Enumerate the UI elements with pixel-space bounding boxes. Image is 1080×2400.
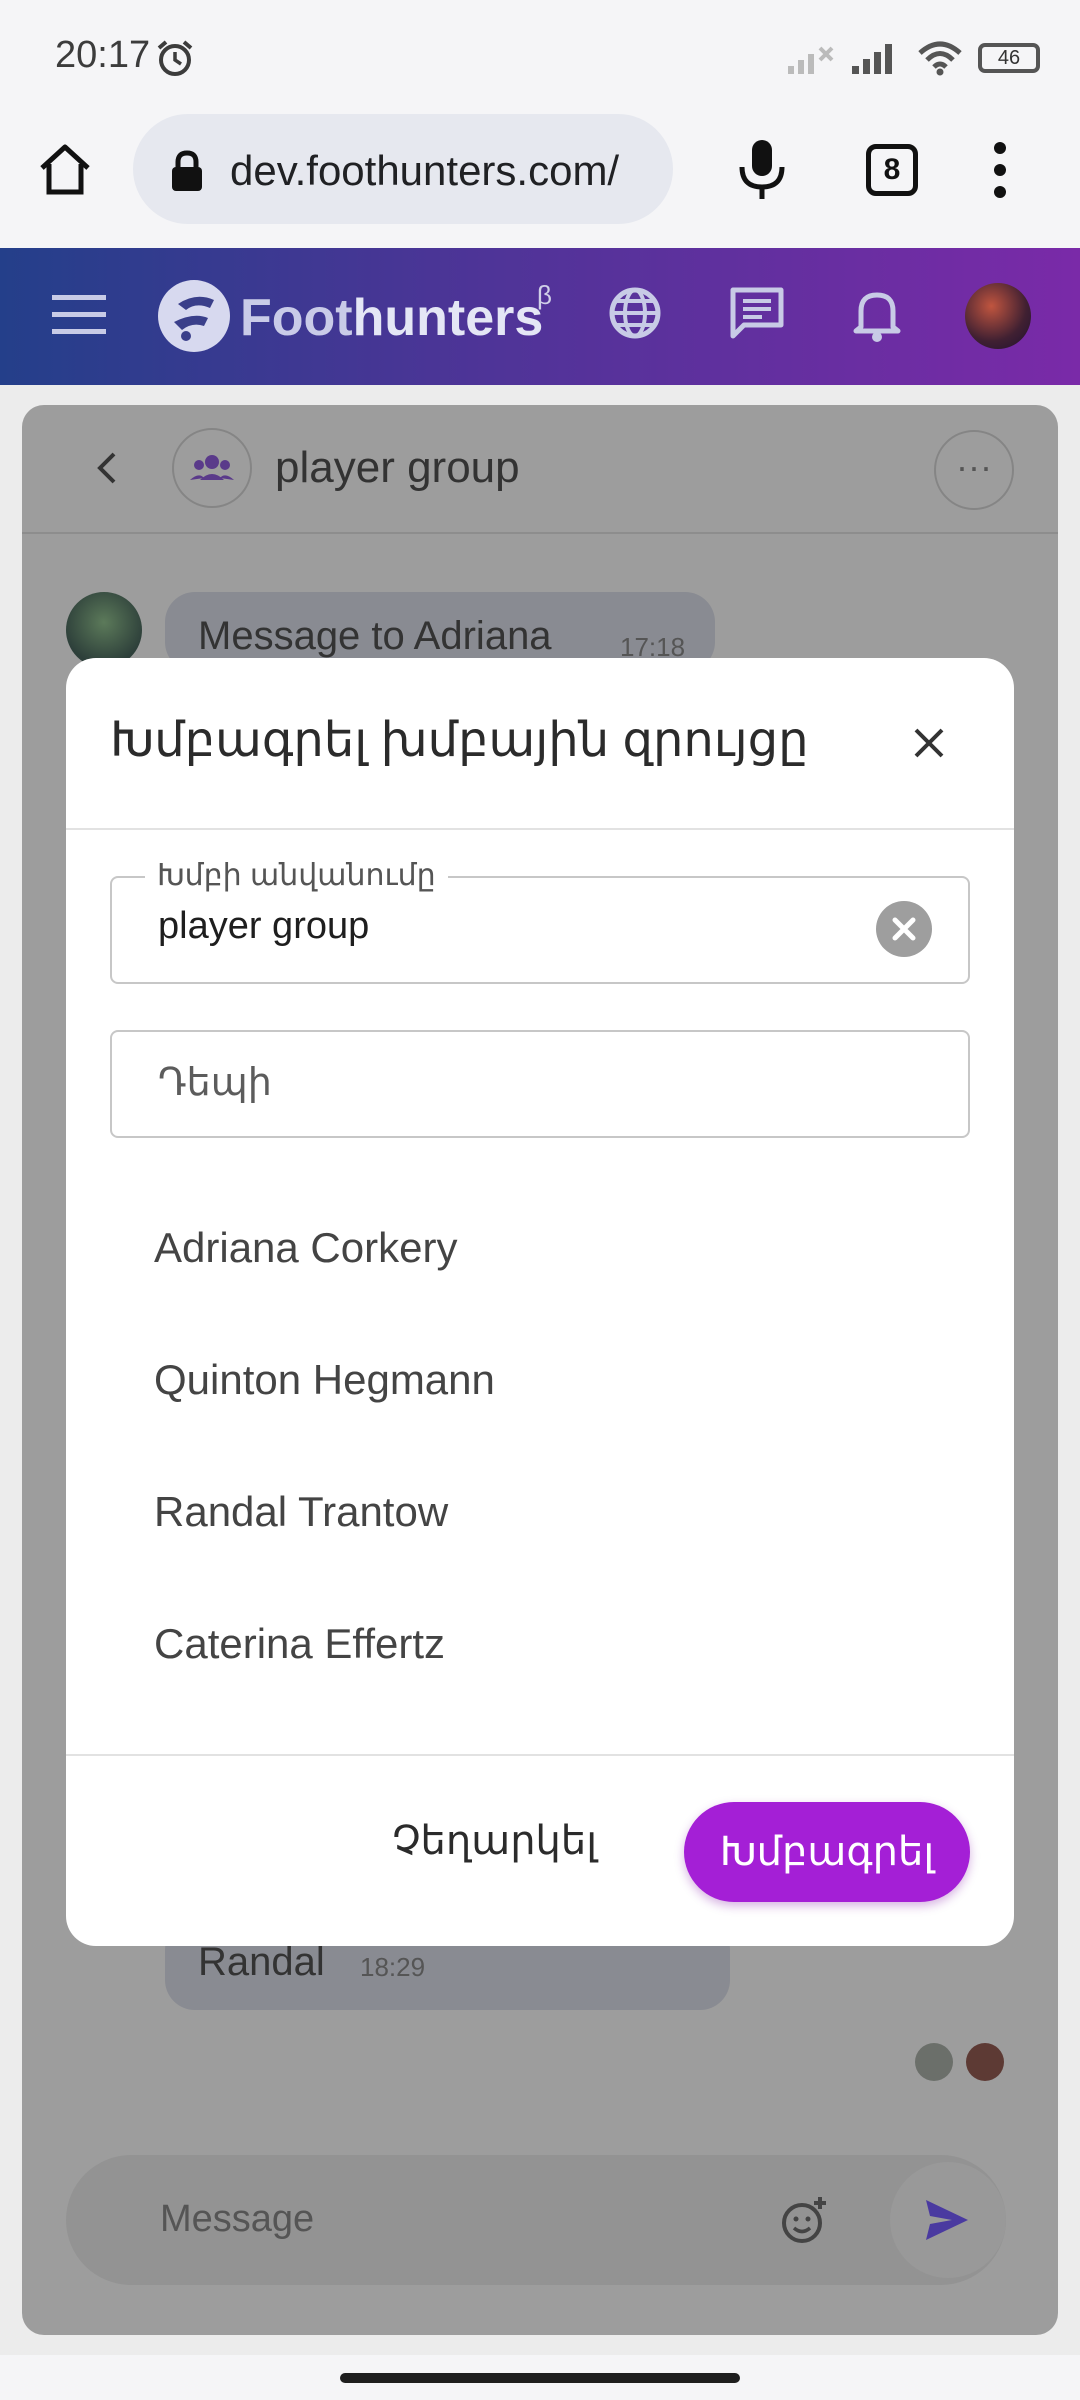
alarm-icon — [157, 40, 193, 76]
member-list-item[interactable]: Quinton Hegmann — [154, 1356, 495, 1404]
no-signal-icon — [788, 46, 834, 74]
member-list-item[interactable]: Adriana Corkery — [154, 1224, 457, 1272]
member-list-item[interactable]: Randal Trantow — [154, 1488, 448, 1536]
chat-icon[interactable] — [728, 285, 786, 341]
brand-rest: hunters — [352, 289, 544, 347]
url-text[interactable]: dev.foothunters.com/ — [230, 147, 619, 195]
member-list-item[interactable]: Caterina Effertz — [154, 1620, 445, 1668]
wifi-icon — [918, 41, 962, 76]
signal-icon — [852, 44, 892, 74]
notifications-bell-icon[interactable] — [850, 285, 904, 343]
home-gesture-handle[interactable] — [340, 2373, 740, 2383]
clear-icon[interactable] — [876, 901, 932, 957]
globe-icon[interactable] — [607, 285, 663, 341]
tab-switcher-button[interactable]: 8 — [866, 144, 918, 196]
home-icon[interactable] — [36, 140, 94, 198]
status-icons: 46 — [786, 38, 1040, 78]
cancel-button[interactable]: Չեղարկել — [392, 1818, 597, 1864]
close-icon[interactable] — [908, 722, 950, 764]
status-time: 20:17 — [55, 34, 151, 76]
battery-level: 46 — [997, 47, 1021, 69]
browser-menu-icon[interactable] — [990, 140, 1010, 200]
group-name-input[interactable]: player group — [158, 905, 369, 948]
menu-icon[interactable] — [52, 293, 106, 337]
clear-input-button[interactable] — [876, 901, 932, 957]
dialog-footer-divider — [66, 1754, 1014, 1756]
save-button[interactable]: Խմբագրել — [684, 1802, 970, 1902]
group-name-label: Խմբի անվանումը — [145, 858, 448, 893]
recipients-input-placeholder[interactable]: Դեպի — [158, 1060, 272, 1105]
brand-name[interactable]: Foothunters — [240, 288, 543, 348]
dialog-title: Խմբագրել խմբային զրույցը — [110, 714, 809, 767]
brand-bold: Foot — [240, 289, 353, 347]
mic-icon[interactable] — [733, 137, 791, 203]
battery-icon: 46 — [978, 43, 1040, 73]
beta-badge: β — [537, 280, 552, 310]
edit-group-dialog — [66, 658, 1014, 1946]
user-avatar[interactable] — [965, 283, 1031, 349]
foothunters-logo-icon — [158, 280, 230, 352]
dialog-divider — [66, 828, 1014, 830]
lock-icon — [172, 150, 202, 191]
